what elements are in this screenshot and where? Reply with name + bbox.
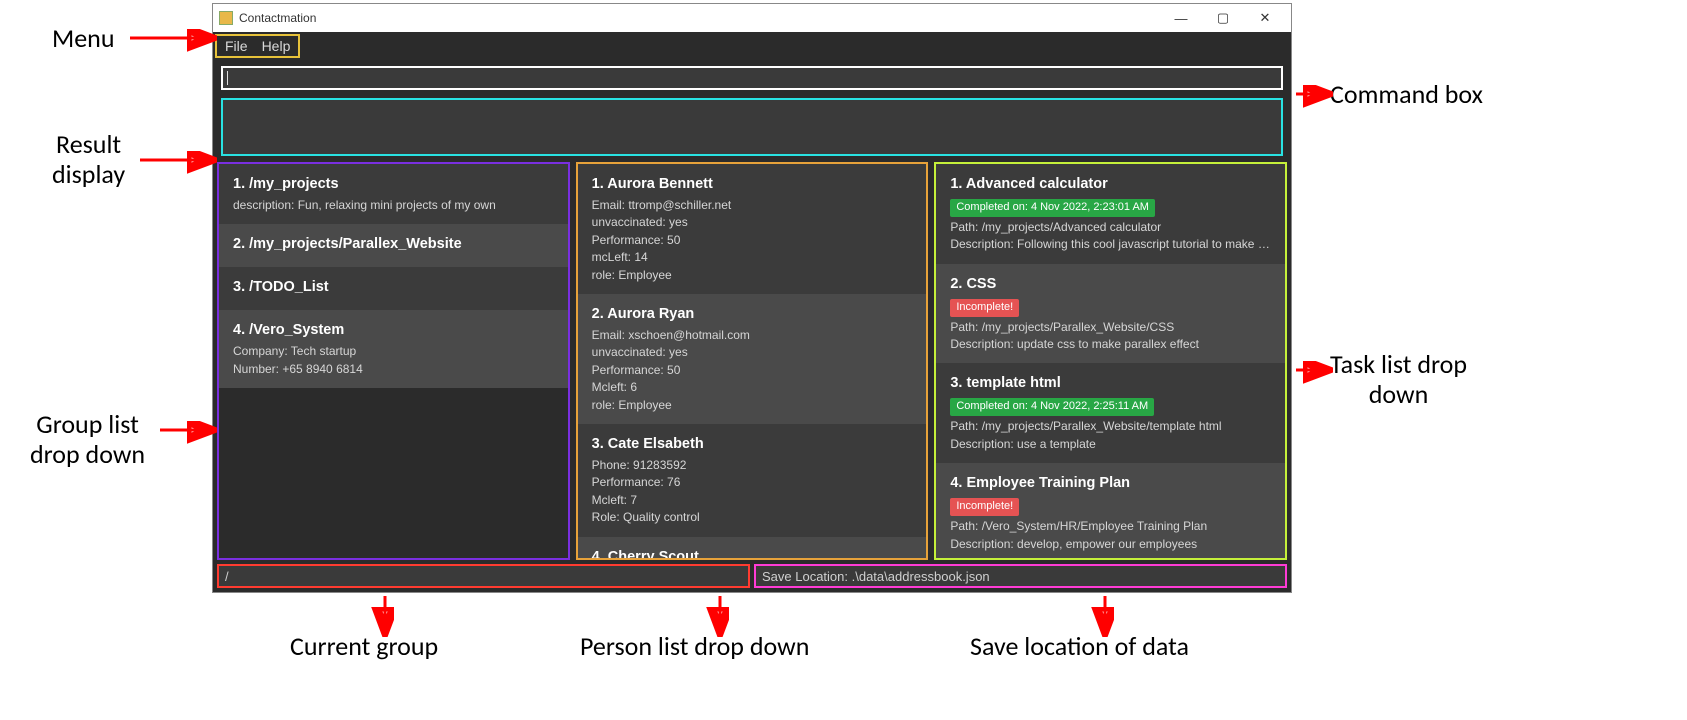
arrow-icon [0,0,1687,720]
